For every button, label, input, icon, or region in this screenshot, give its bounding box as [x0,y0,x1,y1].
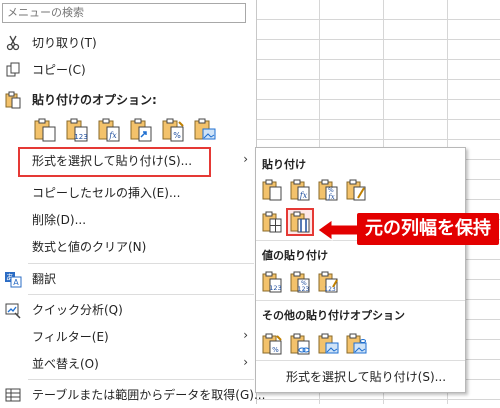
sort-label: 並べ替え(O) [32,357,99,371]
chevron-right-icon: › [243,355,248,369]
submenu-separator [256,360,465,361]
paste-link-icon[interactable] [288,332,312,356]
paste-icon[interactable] [260,178,284,202]
paste-special-submenu: 貼り付け fx % fx 値の貼り付け 123 % 123 123 その他の貼り付け… [255,147,466,393]
clear-contents-menu-item[interactable]: 数式と値のクリア(N) [0,234,256,260]
delete-menu-item[interactable]: 削除(D)... [0,207,256,233]
submenu-separator [256,300,465,301]
svg-text:123: 123 [269,284,281,292]
svg-text:123: 123 [324,286,336,293]
svg-text:fx: fx [299,191,308,200]
menu-search-input[interactable] [2,3,246,23]
paste-formulas-icon[interactable]: fx [96,117,122,143]
paste-values-icon[interactable]: 123 [64,117,90,143]
submenu-other-row: % [260,332,368,356]
paste-keep-source-formatting-icon[interactable] [344,178,368,202]
callout-arrow-icon [318,219,358,241]
submenu-values-header: 値の貼り付け [262,249,328,262]
clear-contents-label: 数式と値のクリア(N) [32,240,147,254]
filter-label: フィルター(E) [32,330,109,344]
paste-keep-column-widths-icon[interactable] [286,208,314,236]
paste-values-icon[interactable]: 123 [260,270,284,294]
delete-label: 削除(D)... [32,213,87,227]
translate-icon: あA [5,272,22,288]
copy-icon [6,62,20,77]
paste-formulas-number-format-icon[interactable]: % fx [316,178,340,202]
context-menu: 切り取り(T) コピー(C) 貼り付けのオプション: 123 fx % 形式を選… [0,0,265,404]
submenu-paste-row-2 [260,208,314,236]
paste-icon[interactable] [32,117,58,143]
svg-text:A: A [13,278,19,287]
translate-label: 翻訳 [32,272,57,286]
paste-values-source-formatting-icon[interactable]: 123 [316,270,340,294]
paste-options-header: 貼り付けのオプション: [0,87,256,113]
insert-copied-cells-menu-item[interactable]: コピーしたセルの挿入(E)... [0,180,256,206]
get-data-from-table-label: テーブルまたは範囲からデータを取得(G)... [32,388,266,402]
submenu-values-row: 123 % 123 123 [260,270,340,294]
paste-linked-picture-icon[interactable] [344,332,368,356]
submenu-other-header: その他の貼り付けオプション [262,309,405,322]
paste-picture-icon[interactable] [192,117,218,143]
paste-icon [5,91,21,109]
submenu-paste-header: 貼り付け [262,158,306,171]
svg-text:fx: fx [327,193,335,201]
svg-text:fx: fx [108,131,117,140]
submenu-paste-row-1: fx % fx [260,178,368,202]
scissors-icon [6,35,20,51]
svg-text:123: 123 [74,133,87,141]
svg-text:%: % [272,346,279,354]
quick-analysis-menu-item[interactable]: クイック分析(Q) [0,297,256,323]
submenu-paste-special-item[interactable]: 形式を選択して貼り付け(S)... [286,368,446,385]
keep-column-widths-callout: 元の列幅を保持 [357,213,499,245]
paste-options-label: 貼り付けのオプション: [32,93,157,107]
paste-formulas-icon[interactable]: fx [288,178,312,202]
svg-text:123: 123 [298,286,310,293]
paste-no-borders-icon[interactable] [260,210,284,234]
get-data-from-table-menu-item[interactable]: テーブルまたは範囲からデータを取得(G)... [0,382,265,408]
insert-copied-cells-label: コピーしたセルの挿入(E)... [32,186,181,200]
paste-formatting-icon[interactable]: % [260,332,284,356]
menu-separator [28,263,254,264]
filter-menu-item[interactable]: フィルター(E) › [0,324,256,350]
svg-text:%: % [173,131,181,140]
paste-special-highlight [18,147,211,177]
paste-values-number-format-icon[interactable]: % 123 [288,270,312,294]
cut-label: 切り取り(T) [32,36,97,50]
menu-separator [28,379,254,380]
copy-menu-item[interactable]: コピー(C) [0,57,256,83]
sort-menu-item[interactable]: 並べ替え(O) › [0,351,256,377]
quick-analysis-label: クイック分析(Q) [32,303,123,317]
copy-label: コピー(C) [32,63,86,77]
chevron-right-icon: › [243,328,248,342]
paste-options-bar: 123 fx % [32,117,218,143]
table-icon [5,388,21,402]
quick-analysis-icon [5,303,21,319]
chevron-right-icon: › [243,152,248,166]
menu-separator [28,294,254,295]
paste-link-icon[interactable] [128,117,154,143]
paste-formatting-icon[interactable]: % [160,117,186,143]
paste-picture-icon[interactable] [316,332,340,356]
cut-menu-item[interactable]: 切り取り(T) [0,30,256,56]
translate-menu-item[interactable]: あA 翻訳 [0,266,256,292]
